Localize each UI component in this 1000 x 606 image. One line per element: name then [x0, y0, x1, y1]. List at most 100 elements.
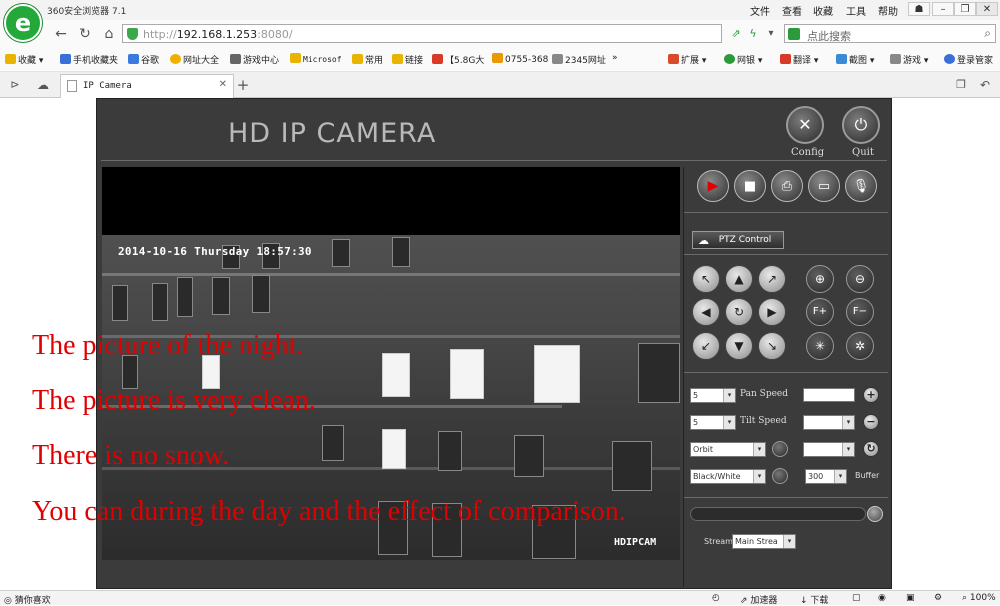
refresh-icon[interactable]: ↻	[76, 25, 94, 43]
cleanup-icon[interactable]: ▢	[852, 593, 861, 603]
menu-tools[interactable]: 工具	[846, 3, 866, 18]
bookmark-folder[interactable]: 链接	[392, 53, 423, 66]
record-button[interactable]: ▭	[808, 170, 840, 202]
search-input[interactable]: 点此搜索 ⌕	[784, 24, 996, 43]
ptz-up-button[interactable]: ▲	[725, 265, 753, 293]
quit-button[interactable]: ⏻	[842, 106, 880, 144]
tilt-speed-select[interactable]: 5 ▾	[690, 415, 736, 430]
address-bar[interactable]: http://192.168.1.253:8080/	[122, 24, 722, 43]
add-preset-button[interactable]: +	[863, 387, 879, 403]
play-record-button[interactable]: ▶	[697, 170, 729, 202]
bookmark-item[interactable]: 0755-368	[492, 53, 548, 65]
zoom-in-button[interactable]: ⊕	[806, 265, 834, 293]
focus-near-button[interactable]: F+	[806, 298, 834, 326]
ptz-right-button[interactable]: ▶	[758, 298, 786, 326]
new-tab-icon[interactable]: +	[234, 76, 252, 94]
tab-list-icon[interactable]: ❐	[952, 76, 970, 94]
video-timestamp: 2014-10-16 Thursday 18:57:30	[118, 245, 312, 258]
home-icon[interactable]: ⌂	[100, 25, 118, 43]
iris-close-button[interactable]: ✲	[846, 332, 874, 360]
zoom-out-button[interactable]: ⊖	[846, 265, 874, 293]
tab-close-icon[interactable]: ✕	[219, 79, 227, 90]
divider	[684, 497, 888, 498]
ptz-control-button[interactable]: ☁ PTZ Control	[692, 231, 784, 249]
bookmark-icon	[492, 53, 503, 63]
buffer-select[interactable]: 300 ▾	[805, 469, 847, 484]
config-button[interactable]: ✕	[786, 106, 824, 144]
restore-icon[interactable]: ❐	[954, 2, 976, 16]
back-icon[interactable]: ←	[52, 25, 70, 43]
menu-favorites[interactable]: 收藏	[813, 3, 833, 18]
orbit-select[interactable]: Orbit ▾	[690, 442, 766, 457]
window	[514, 435, 544, 477]
speed-monitor-icon[interactable]: ◴	[712, 593, 720, 603]
volume-slider[interactable]	[690, 507, 866, 521]
display-icon[interactable]: ▣	[906, 593, 915, 603]
settings-icon[interactable]: ⚙	[934, 593, 942, 603]
online-banking-button[interactable]: 网银 ▾	[724, 53, 762, 66]
preset-select[interactable]: ▾	[803, 415, 855, 430]
login-manager-button[interactable]: 登录管家	[944, 53, 993, 66]
sidebar-toggle-icon[interactable]: ⊳	[6, 76, 24, 94]
bookmark-item[interactable]: 谷歌	[128, 53, 159, 66]
ptz-left-button[interactable]: ◀	[692, 298, 720, 326]
iris-open-button[interactable]: ✳	[806, 332, 834, 360]
ptz-down-right-button[interactable]: ↘	[758, 332, 786, 360]
focus-far-button[interactable]: F−	[846, 298, 874, 326]
pan-speed-select[interactable]: 5 ▾	[690, 388, 736, 403]
remove-preset-button[interactable]: −	[863, 414, 879, 430]
extensions-button[interactable]: 扩展 ▾	[668, 53, 706, 66]
search-icon[interactable]: ⌕	[984, 26, 991, 41]
menu-view[interactable]: 查看	[782, 3, 802, 18]
dropdown-icon[interactable]: ▾	[762, 25, 780, 43]
menu-help[interactable]: 帮助	[878, 3, 898, 18]
ptz-down-left-button[interactable]: ↙	[692, 332, 720, 360]
sound-icon[interactable]: ◉	[878, 593, 886, 603]
snapshot-button[interactable]: ⎙	[771, 170, 803, 202]
games-button[interactable]: 游戏 ▾	[890, 53, 928, 66]
preset-name-input[interactable]	[803, 388, 855, 402]
skin-icon[interactable]: ☗	[908, 2, 930, 16]
bookmark-folder[interactable]: Microsof	[290, 53, 342, 64]
recommendations-link[interactable]: ◎ 猜你喜欢	[4, 593, 51, 606]
speed-icon[interactable]: ϟ	[744, 25, 762, 43]
stop-button[interactable]: ■	[734, 170, 766, 202]
quit-label: Quit	[852, 147, 874, 158]
accelerator-button[interactable]: ⇗ 加速器	[740, 593, 777, 606]
bookmark-item[interactable]: 2345网址	[552, 53, 606, 66]
lit-window	[382, 429, 406, 469]
bookmark-item[interactable]: 【5.8G大	[432, 53, 484, 66]
ptz-up-left-button[interactable]: ↖	[692, 265, 720, 293]
undo-close-icon[interactable]: ↶	[976, 76, 994, 94]
microphone-button[interactable]: 🎙	[845, 170, 877, 202]
bookmark-item[interactable]: 手机收藏夹	[60, 53, 118, 66]
lit-window	[382, 353, 410, 397]
preset-call-select[interactable]: ▾	[803, 442, 855, 457]
stream-select[interactable]: Main Strea ▾	[732, 534, 796, 549]
ptz-auto-button[interactable]: ↻	[725, 298, 753, 326]
more-bookmarks-icon[interactable]: »	[612, 53, 618, 63]
orbit-go-button[interactable]	[772, 441, 788, 457]
cloud-icon[interactable]: ☁	[34, 76, 52, 94]
close-icon[interactable]: ✕	[976, 2, 998, 16]
bookmark-folder[interactable]: 常用	[352, 53, 383, 66]
bookmark-item[interactable]: 网址大全	[170, 53, 219, 66]
zoom-level[interactable]: ⌕ 100%	[962, 593, 996, 603]
bookmark-item[interactable]: 收藏 ▾	[5, 53, 43, 66]
bookmark-item[interactable]: 游戏中心	[230, 53, 279, 66]
folder-icon	[392, 54, 403, 64]
share-icon[interactable]: ⇗	[727, 25, 745, 43]
tab-ip-camera[interactable]: IP Camera ✕	[60, 74, 234, 98]
slider-button[interactable]	[867, 506, 883, 522]
translate-button[interactable]: 翻译 ▾	[780, 53, 818, 66]
color-mode-button[interactable]	[772, 468, 788, 484]
screenshot-button[interactable]: 截图 ▾	[836, 53, 874, 66]
downloads-button[interactable]: ↓ 下载	[800, 593, 828, 606]
color-mode-select[interactable]: Black/White ▾	[690, 469, 766, 484]
ptz-up-right-button[interactable]: ↗	[758, 265, 786, 293]
call-preset-button[interactable]: ↻	[863, 441, 879, 457]
minimize-icon[interactable]: –	[932, 2, 954, 16]
ptz-down-button[interactable]: ▼	[725, 332, 753, 360]
window	[112, 285, 128, 321]
menu-file[interactable]: 文件	[750, 3, 770, 18]
